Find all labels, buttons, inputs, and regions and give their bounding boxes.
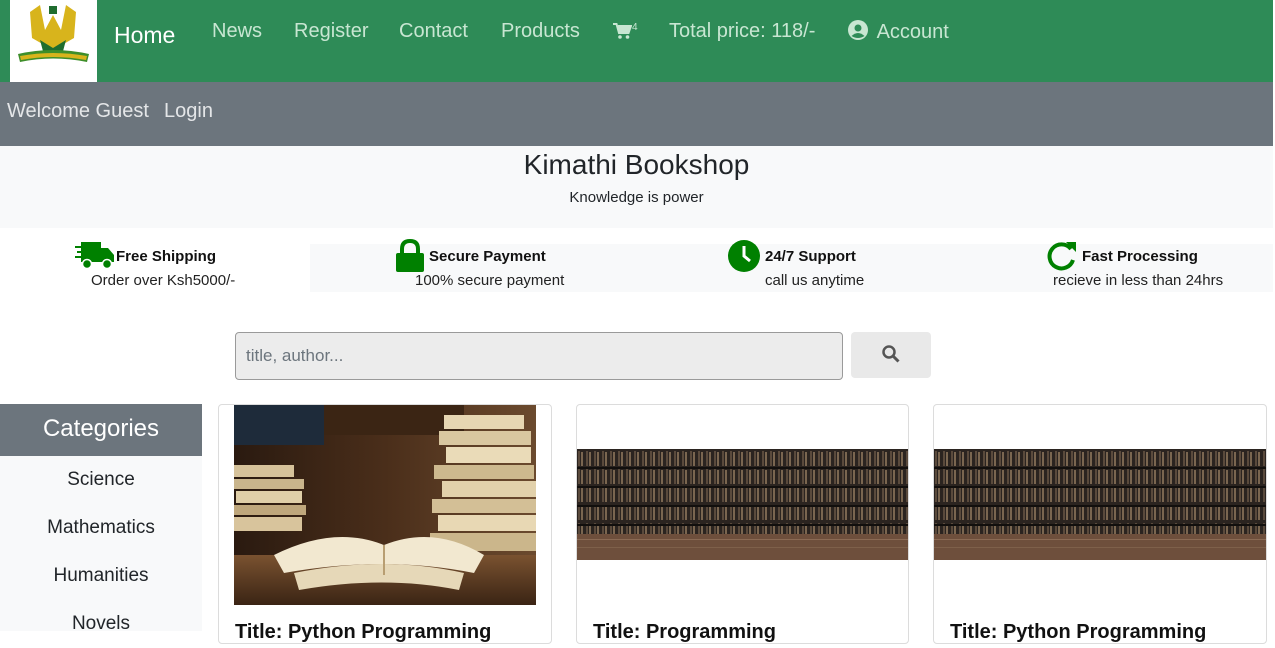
nav-account[interactable]: Account [848, 20, 949, 44]
feature-subtitle: call us anytime [765, 272, 865, 289]
feature-title: Free Shipping [116, 248, 217, 265]
categories-heading: Categories [0, 404, 202, 456]
feature-subtitle: 100% secure payment [415, 272, 565, 289]
cart-count-badge: 4 [632, 22, 638, 33]
library-shelves-image [934, 449, 1266, 560]
total-price: Total price: 118/- [669, 20, 816, 42]
hero-banner: Kimathi Bookshop Knowledge is power [0, 146, 1273, 228]
feature-title: Fast Processing [1082, 248, 1198, 265]
search-icon [882, 344, 900, 363]
search-input[interactable] [235, 332, 843, 380]
nav-cart[interactable]: 4 [613, 22, 638, 45]
library-shelves-image [577, 449, 908, 560]
product-card[interactable]: Title: Python Programming [218, 404, 552, 644]
feature-title: 24/7 Support [765, 248, 856, 265]
nav-products[interactable]: Products [501, 20, 580, 43]
page-title: Kimathi Bookshop [523, 149, 750, 180]
categories-sidebar: Categories Science Mathematics Humanitie… [0, 404, 202, 634]
tagline: Knowledge is power [569, 189, 704, 206]
product-title: Title: Python Programming [235, 621, 492, 643]
account-label: Account [876, 21, 949, 43]
welcome-text: Welcome Guest [7, 100, 149, 122]
lock-icon [396, 239, 424, 272]
product-title: Title: Programming [593, 621, 776, 643]
book-stack-image [234, 405, 536, 605]
nav-home[interactable]: Home [114, 22, 175, 49]
refresh-icon [1047, 242, 1076, 271]
category-item-science[interactable]: Science [0, 456, 202, 504]
product-card[interactable]: Title: Programming [576, 404, 909, 644]
cart-icon [613, 23, 633, 39]
feature-subtitle: recieve in less than 24hrs [1053, 272, 1224, 289]
product-card[interactable]: Title: Python Programming [933, 404, 1267, 644]
top-navbar: Home News Register Contact Products 4 To… [0, 0, 1273, 82]
search-button[interactable] [851, 332, 931, 378]
category-item-novels[interactable]: Novels [0, 600, 202, 648]
logo[interactable] [10, 0, 97, 82]
nav-contact[interactable]: Contact [399, 20, 468, 43]
clock-icon [728, 240, 760, 272]
category-item-mathematics[interactable]: Mathematics [0, 504, 202, 552]
sub-navbar: Welcome Guest Login [0, 82, 1273, 146]
product-title: Title: Python Programming [950, 621, 1207, 643]
nav-news[interactable]: News [212, 20, 262, 43]
truck-icon [75, 242, 114, 270]
feature-subtitle: Order over Ksh5000/- [91, 272, 236, 289]
category-item-humanities[interactable]: Humanities [0, 552, 202, 600]
user-circle-icon [848, 20, 868, 40]
feature-title: Secure Payment [429, 248, 546, 265]
nav-register[interactable]: Register [294, 20, 368, 43]
login-link[interactable]: Login [164, 100, 213, 123]
